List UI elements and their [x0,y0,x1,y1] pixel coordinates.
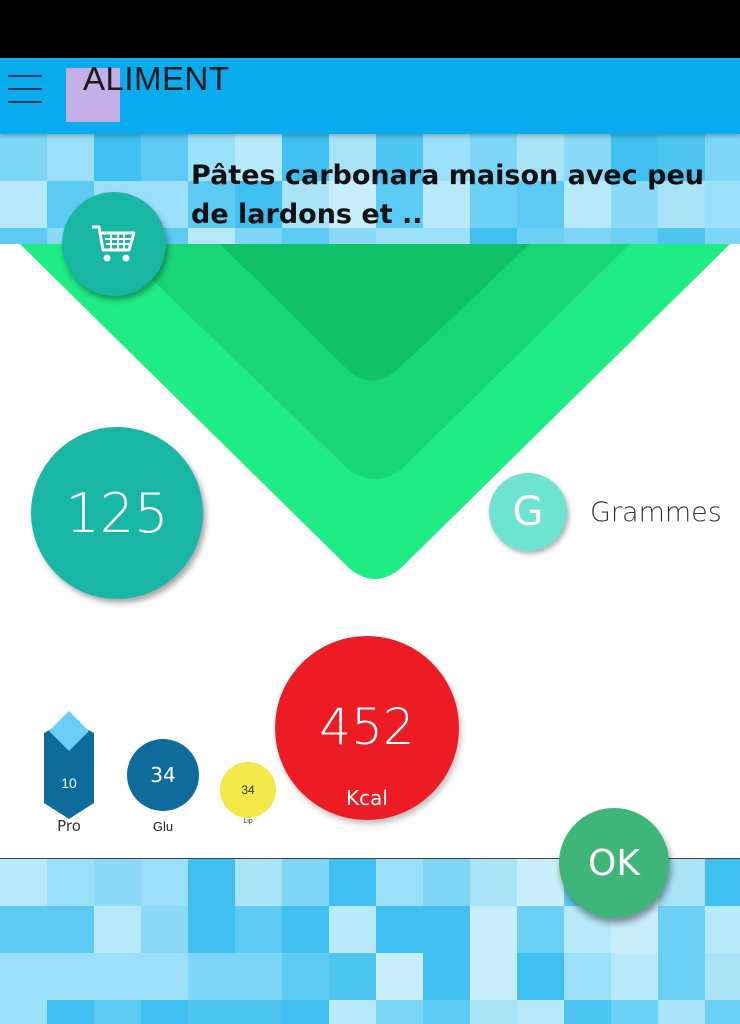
mosaic-tile [188,1000,235,1024]
mosaic-tile [94,953,141,1000]
mosaic-tile [0,859,47,906]
app-bar: ALIMENT [0,58,740,134]
mosaic-tile [141,859,188,906]
fat-label: Lip [243,818,253,825]
mosaic-tile [376,1000,423,1024]
mosaic-tile [282,859,329,906]
mosaic-tile [470,859,517,906]
mosaic-tile [611,1000,658,1024]
protein-value: 10 [61,775,77,791]
mosaic-tile [376,906,423,953]
mosaic-tile [282,1000,329,1024]
mosaic-tile [0,953,47,1000]
mosaic-tile [705,953,740,1000]
mosaic-tile [517,859,564,906]
mosaic-tile [282,953,329,1000]
mosaic-tile [94,1000,141,1024]
protein-badge [44,711,94,819]
mosaic-tile [94,859,141,906]
carbs-value: 34 [127,739,199,811]
mosaic-tile [47,134,94,181]
app-title: ALIMENT [83,60,230,97]
carbs-label: Glu [152,819,174,834]
mosaic-tile [564,953,611,1000]
mosaic-tile [376,859,423,906]
mosaic-tile [658,906,705,953]
mosaic-tile [141,134,188,181]
mosaic-tile [0,1000,47,1024]
food-title: Pâtes carbonara maison avec peu de lardo… [191,160,705,230]
mosaic-tile [47,906,94,953]
shopping-cart-icon [92,225,136,262]
mosaic-tile [705,859,740,906]
quantity-value[interactable]: 125 [31,427,203,599]
mosaic-tile [329,1000,376,1024]
mosaic-tile [470,1000,517,1024]
mosaic-tile [423,1000,470,1024]
mosaic-tile [611,953,658,1000]
unit-selector-button[interactable]: G [489,473,567,551]
fat-value: 34 [220,762,276,818]
mosaic-tile [470,906,517,953]
mosaic-tile [141,953,188,1000]
mosaic-tile [0,181,47,228]
mosaic-tile [658,953,705,1000]
calories-label: Kcal [346,786,388,810]
calories-circle: 452 Kcal [275,636,459,820]
mosaic-tile [188,906,235,953]
mosaic-tile [517,1000,564,1024]
mosaic-tile [141,1000,188,1024]
mosaic-tile [47,859,94,906]
mosaic-tile [329,906,376,953]
mosaic-tile [282,906,329,953]
status-bar [0,0,740,58]
mosaic-tile [94,134,141,181]
mosaic-tile [564,1000,611,1024]
mosaic-tile [47,953,94,1000]
mosaic-tile [0,906,47,953]
mosaic-tile [423,906,470,953]
mosaic-tile [0,134,47,181]
mosaic-tile [658,1000,705,1024]
hamburger-menu-icon[interactable] [8,75,42,103]
mosaic-tile [329,953,376,1000]
mosaic-tile [235,906,282,953]
mosaic-tile [141,906,188,953]
calories-value: 452 [319,698,415,756]
protein-label: Pro [57,817,81,835]
mosaic-tile [423,859,470,906]
mosaic-tile [376,953,423,1000]
mosaic-tile [470,953,517,1000]
mosaic-tile [705,906,740,953]
mosaic-tile [423,953,470,1000]
mosaic-tile [188,859,235,906]
mosaic-tile [235,953,282,1000]
mosaic-tile [235,1000,282,1024]
ok-button[interactable]: OK [559,808,669,918]
mosaic-tile [517,953,564,1000]
mosaic-tile [188,953,235,1000]
add-to-cart-button[interactable] [62,192,166,296]
mosaic-tile [705,1000,740,1024]
mosaic-tile [0,228,47,244]
mosaic-tile [47,1000,94,1024]
mosaic-tile [329,859,376,906]
mosaic-tile [235,859,282,906]
mosaic-tile [94,906,141,953]
mosaic-tile [517,906,564,953]
